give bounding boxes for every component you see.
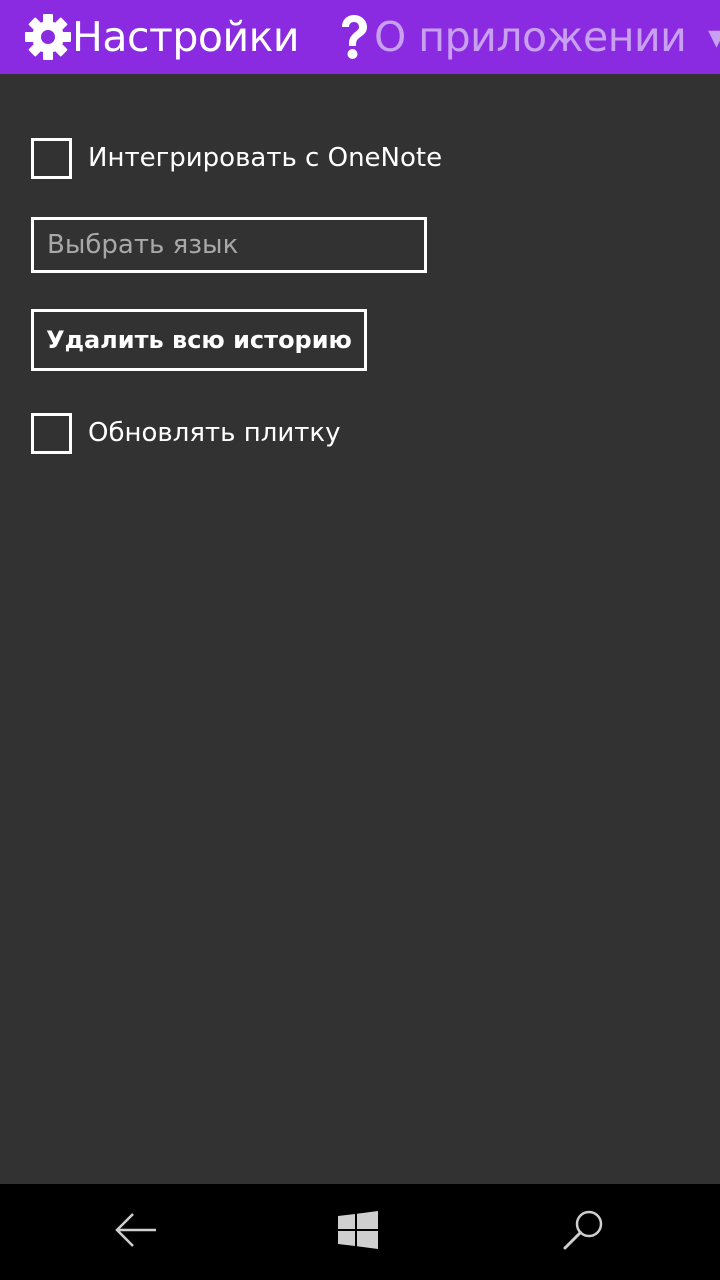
tab-next-partial[interactable]: ▾ <box>708 0 720 74</box>
language-input[interactable] <box>31 217 427 273</box>
onenote-checkbox-row[interactable]: Интегрировать с OneNote <box>31 137 442 179</box>
tab-settings[interactable]: Настройки <box>24 0 300 74</box>
pivot-header: Настройки О приложении ▾ <box>0 0 720 74</box>
tab-about-label: О приложении <box>374 12 687 61</box>
back-button[interactable] <box>76 1184 196 1280</box>
tab-settings-label: Настройки <box>72 12 300 61</box>
update-tile-checkbox-label: Обновлять плитку <box>88 418 341 448</box>
tab-next-glyph: ▾ <box>708 17 720 57</box>
clear-history-button[interactable]: Удалить всю историю <box>31 309 367 371</box>
question-icon <box>336 13 370 61</box>
gear-icon <box>24 13 72 61</box>
search-button[interactable] <box>524 1184 644 1280</box>
onenote-checkbox-label: Интегрировать с OneNote <box>88 143 443 173</box>
start-button[interactable] <box>298 1184 418 1280</box>
update-tile-checkbox-row[interactable]: Обновлять плитку <box>31 412 340 454</box>
search-icon <box>562 1208 606 1256</box>
tab-about[interactable]: О приложении <box>336 0 687 74</box>
back-arrow-icon <box>113 1210 159 1254</box>
windows-logo-icon <box>338 1211 378 1253</box>
onenote-checkbox[interactable] <box>31 137 72 179</box>
update-tile-checkbox[interactable] <box>31 412 72 454</box>
navigation-bar <box>0 1184 720 1280</box>
